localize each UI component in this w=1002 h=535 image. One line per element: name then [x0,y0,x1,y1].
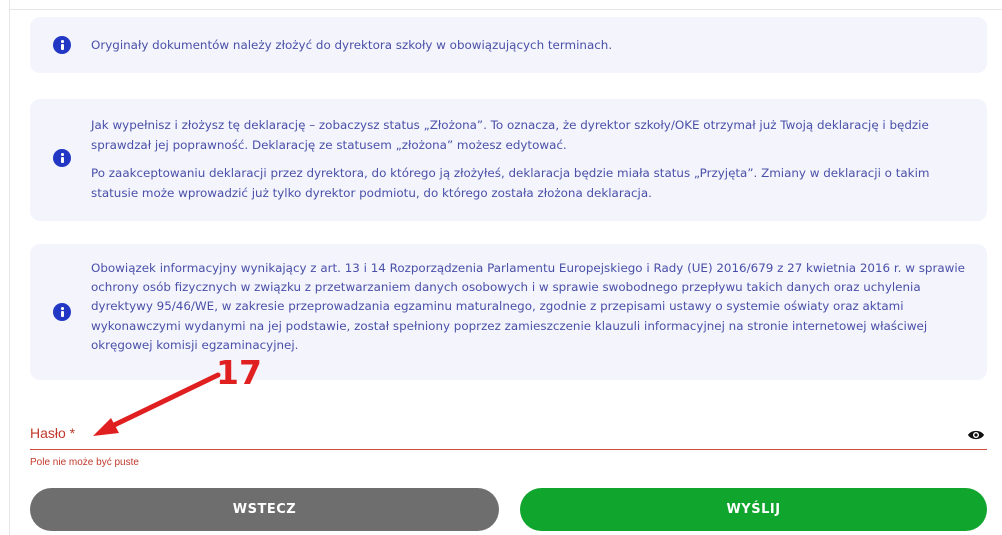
password-label: Hasło * [30,425,76,441]
back-button[interactable]: WSTECZ [30,488,499,531]
send-button[interactable]: WYŚLIJ [520,488,987,531]
eye-icon[interactable] [967,428,985,442]
password-input-underline[interactable] [30,449,987,450]
annotation-arrow [93,372,221,436]
password-error-message: Pole nie może być puste [30,457,139,468]
annotation-number: 17 [216,353,262,392]
